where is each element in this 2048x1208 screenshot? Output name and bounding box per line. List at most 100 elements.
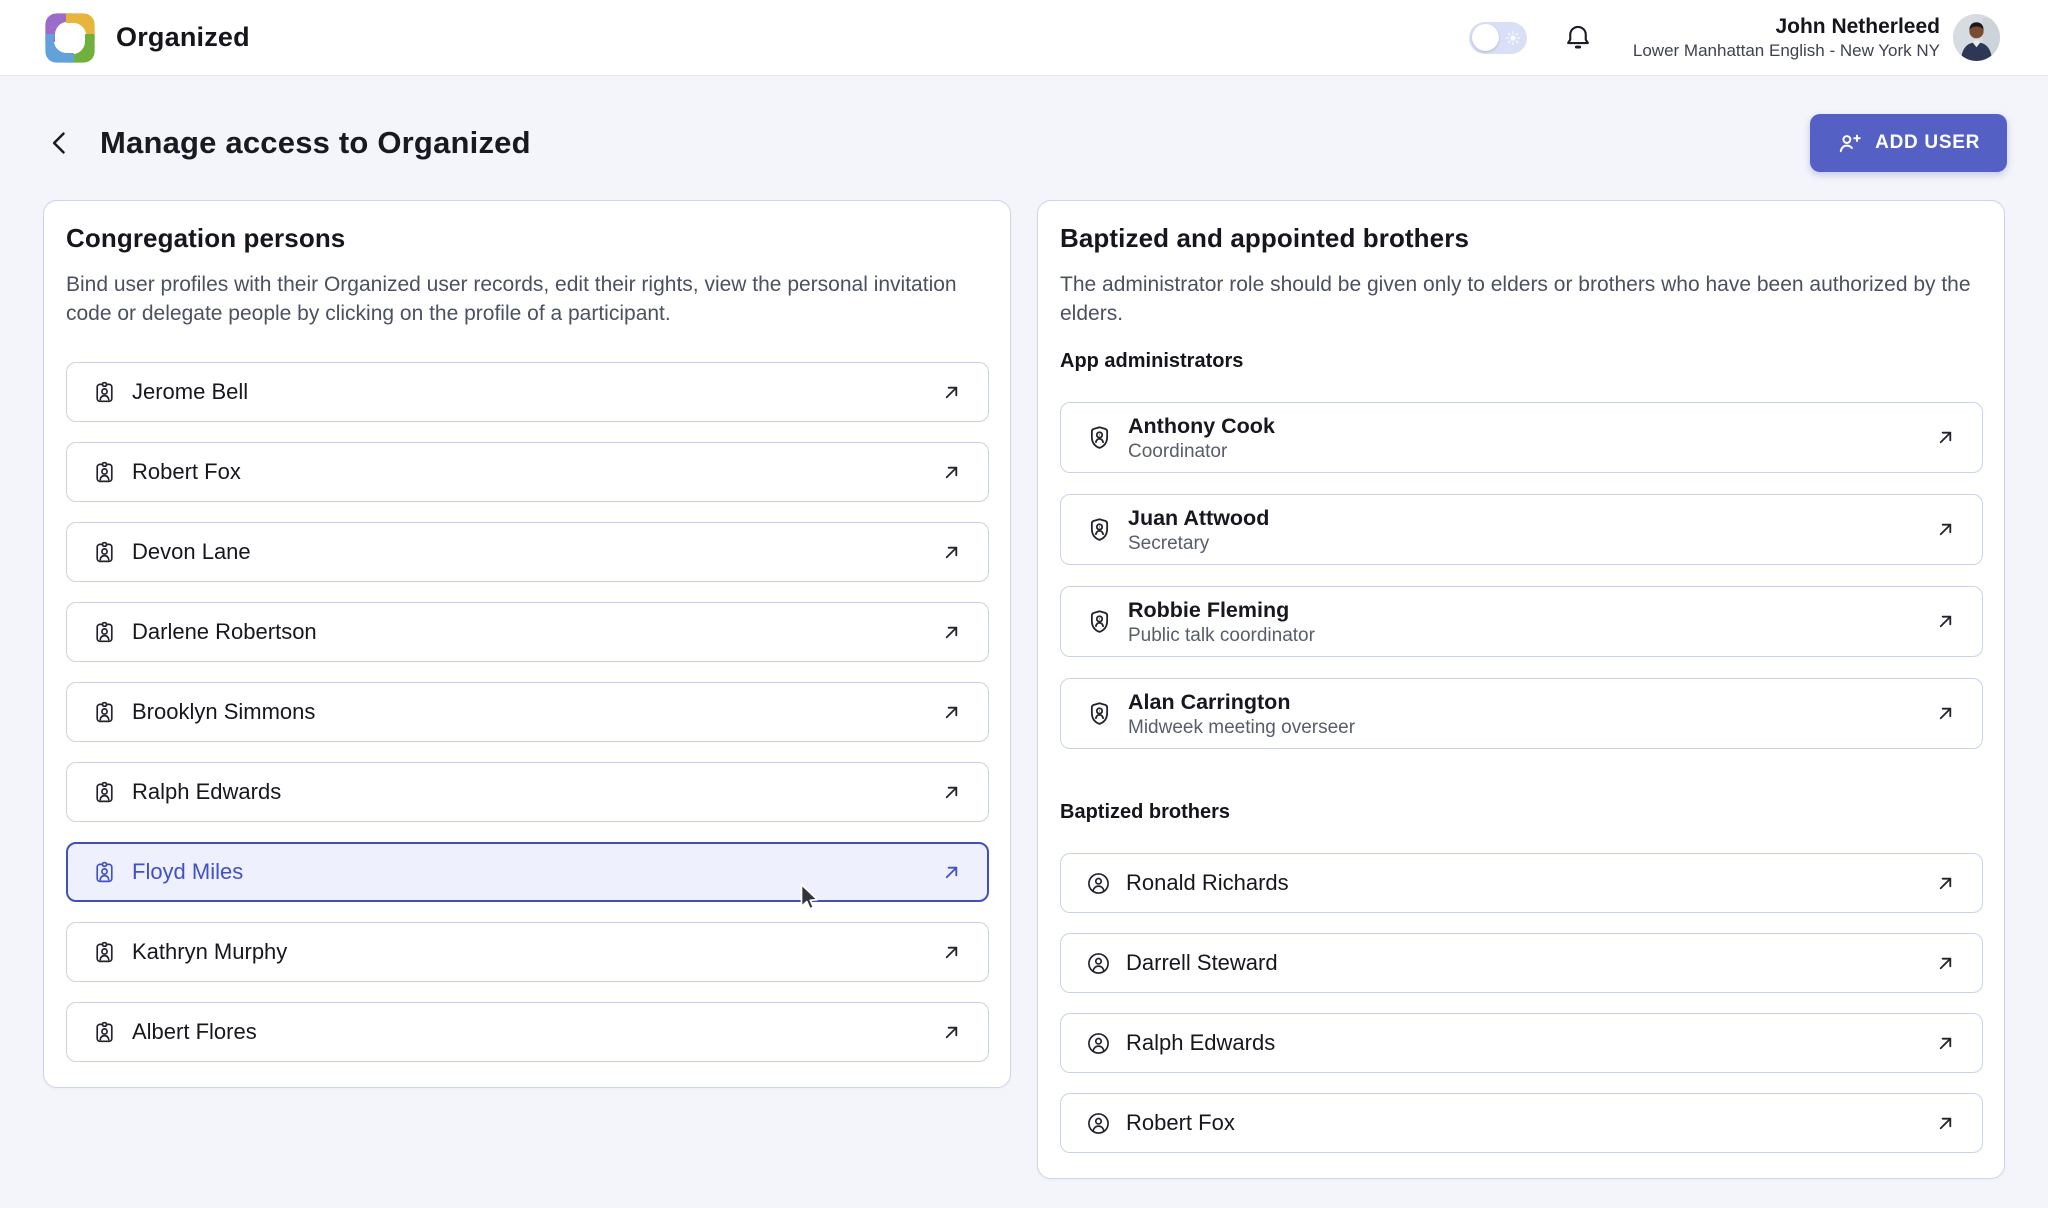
user-avatar[interactable] (1953, 14, 2000, 61)
person-name: Devon Lane (132, 539, 251, 565)
congregation-person-row[interactable]: Kathryn Murphy (66, 922, 989, 982)
person-name: Floyd Miles (132, 859, 243, 885)
person-circle-icon (1086, 1031, 1111, 1056)
section-list: Ronald Richards Darrell Steward (1060, 853, 1983, 1153)
page-header: Manage access to Organized ADD USER (42, 113, 2007, 173)
id-badge-icon (92, 940, 117, 965)
brothers-panel-title: Baptized and appointed brothers (1060, 223, 1983, 254)
congregation-person-row[interactable]: Devon Lane (66, 522, 989, 582)
person-name: Albert Flores (132, 1019, 257, 1045)
congregation-persons-panel: Congregation persons Bind user profiles … (43, 200, 1011, 1088)
back-button[interactable] (42, 125, 78, 161)
page-title: Manage access to Organized (100, 125, 531, 161)
administrator-name: Anthony Cook (1128, 414, 1275, 438)
person-name: Brooklyn Simmons (132, 699, 315, 725)
brother-row[interactable]: Robert Fox (1060, 1093, 1983, 1153)
brother-name: Robert Fox (1126, 1110, 1235, 1136)
app-name: Organized (116, 22, 250, 53)
brothers-panel-description: The administrator role should be given o… (1060, 270, 1983, 328)
congregation-person-row[interactable]: Jerome Bell (66, 362, 989, 422)
arrow-up-right-icon (1934, 1032, 1957, 1055)
id-badge-icon (92, 700, 117, 725)
id-badge-icon (92, 860, 117, 885)
sun-icon (1505, 30, 1521, 46)
user-name: John Netherleed (1633, 14, 1940, 40)
brother-row[interactable]: Ralph Edwards (1060, 1013, 1983, 1073)
brother-name: Darrell Steward (1126, 950, 1278, 976)
id-badge-icon (92, 1020, 117, 1045)
arrow-up-right-icon (940, 541, 963, 564)
account-menu[interactable]: John Netherleed Lower Manhattan English … (1633, 14, 1940, 61)
congregation-person-row[interactable]: Brooklyn Simmons (66, 682, 989, 742)
arrow-up-right-icon (1934, 1112, 1957, 1135)
person-name: Darlene Robertson (132, 619, 317, 645)
administrator-role: Public talk coordinator (1128, 625, 1315, 646)
brother-name: Ronald Richards (1126, 870, 1289, 896)
section-list: Anthony Cook Coordinator Juan Attwood Se… (1060, 402, 1983, 749)
id-badge-icon (92, 460, 117, 485)
arrow-up-right-icon (940, 861, 963, 884)
section-label: App administrators (1060, 350, 1983, 373)
brother-row[interactable]: Darrell Steward (1060, 933, 1983, 993)
congregation-person-row[interactable]: Floyd Miles (66, 842, 989, 902)
top-bar: Organized John Netherleed Lower Manhatta… (0, 0, 2048, 76)
arrow-up-right-icon (1934, 952, 1957, 975)
congregation-person-row[interactable]: Robert Fox (66, 442, 989, 502)
administrator-info: Anthony Cook Coordinator (1128, 414, 1275, 462)
brand: Organized (44, 12, 250, 64)
administrator-info: Juan Attwood Secretary (1128, 506, 1269, 554)
brothers-section: Baptized brothers Ronald Richards Darrel… (1060, 801, 1983, 1153)
administrator-row[interactable]: Anthony Cook Coordinator (1060, 402, 1983, 473)
person-circle-icon (1086, 951, 1111, 976)
shield-person-icon (1086, 516, 1113, 543)
congregation-panel-title: Congregation persons (66, 223, 989, 254)
shield-person-icon (1086, 608, 1113, 635)
id-badge-icon (92, 540, 117, 565)
arrow-up-right-icon (1934, 518, 1957, 541)
theme-toggle[interactable] (1469, 22, 1527, 54)
arrow-up-right-icon (940, 381, 963, 404)
arrow-up-right-icon (940, 461, 963, 484)
id-badge-icon (92, 620, 117, 645)
shield-person-icon (1086, 424, 1113, 451)
id-badge-icon (92, 380, 117, 405)
user-congregation: Lower Manhattan English - New York NY (1633, 40, 1940, 61)
brothers-section: App administrators Anthony Cook Coordina… (1060, 350, 1983, 749)
administrator-name: Juan Attwood (1128, 506, 1269, 530)
congregation-person-row[interactable]: Albert Flores (66, 1002, 989, 1062)
id-badge-icon (92, 780, 117, 805)
notifications-bell-icon[interactable] (1563, 21, 1593, 55)
arrow-up-right-icon (940, 621, 963, 644)
person-name: Robert Fox (132, 459, 241, 485)
person-circle-icon (1086, 1111, 1111, 1136)
administrator-row[interactable]: Juan Attwood Secretary (1060, 494, 1983, 565)
add-user-button[interactable]: ADD USER (1810, 114, 2007, 172)
content: Congregation persons Bind user profiles … (43, 200, 2005, 1179)
person-name: Jerome Bell (132, 379, 248, 405)
administrator-name: Robbie Fleming (1128, 598, 1315, 622)
brother-name: Ralph Edwards (1126, 1030, 1275, 1056)
arrow-up-right-icon (940, 701, 963, 724)
administrator-role: Coordinator (1128, 441, 1275, 462)
arrow-up-right-icon (1934, 872, 1957, 895)
arrow-up-right-icon (1934, 610, 1957, 633)
administrator-row[interactable]: Alan Carrington Midweek meeting overseer (1060, 678, 1983, 749)
administrator-row[interactable]: Robbie Fleming Public talk coordinator (1060, 586, 1983, 657)
arrow-up-right-icon (1934, 426, 1957, 449)
congregation-person-row[interactable]: Darlene Robertson (66, 602, 989, 662)
organized-logo-icon (44, 12, 96, 64)
administrator-info: Robbie Fleming Public talk coordinator (1128, 598, 1315, 646)
congregation-person-row[interactable]: Ralph Edwards (66, 762, 989, 822)
top-bar-right: John Netherleed Lower Manhattan English … (1469, 14, 2000, 61)
administrator-name: Alan Carrington (1128, 690, 1355, 714)
brother-row[interactable]: Ronald Richards (1060, 853, 1983, 913)
administrator-info: Alan Carrington Midweek meeting overseer (1128, 690, 1355, 738)
arrow-up-right-icon (1934, 702, 1957, 725)
person-circle-icon (1086, 871, 1111, 896)
administrator-role: Midweek meeting overseer (1128, 717, 1355, 738)
person-name: Kathryn Murphy (132, 939, 287, 965)
arrow-up-right-icon (940, 781, 963, 804)
congregation-panel-description: Bind user profiles with their Organized … (66, 270, 989, 328)
section-label: Baptized brothers (1060, 801, 1983, 824)
administrator-role: Secretary (1128, 533, 1269, 554)
